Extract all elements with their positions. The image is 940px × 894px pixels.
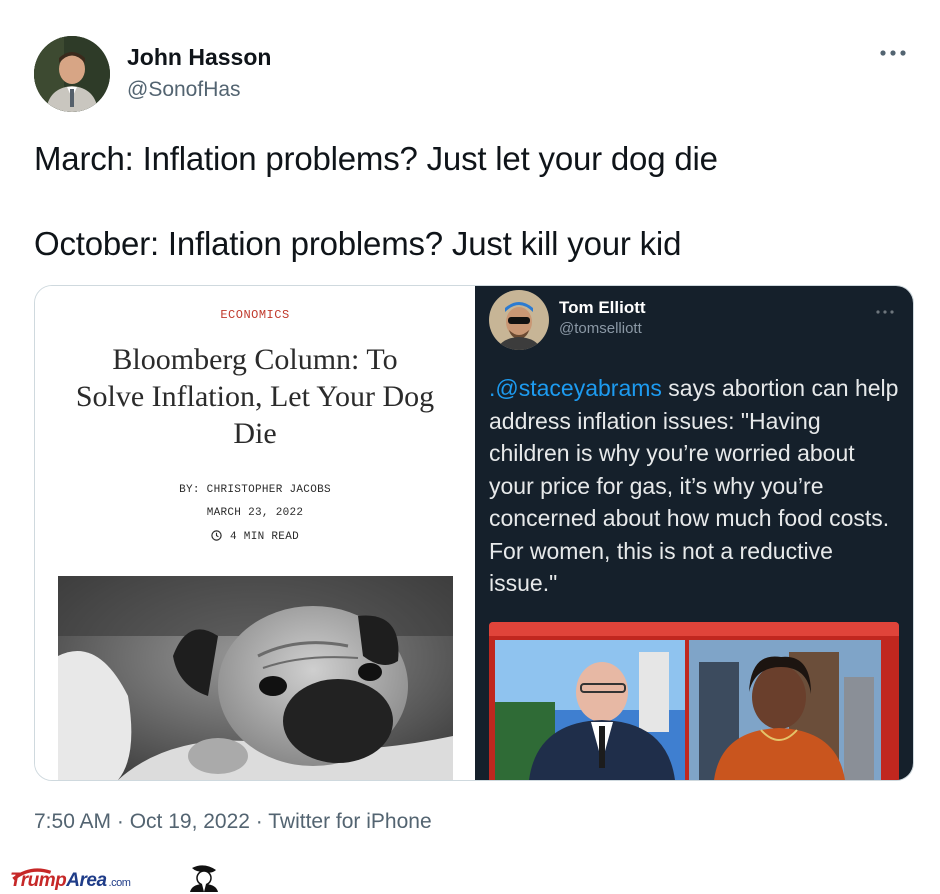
tweet-timestamp[interactable]: 7:50 AM · Oct 19, 2022 · Twitter for iPh…	[34, 810, 432, 834]
article-headline: Bloomberg Column: To Solve Inflation, Le…	[75, 343, 435, 450]
article-date: MARCH 23, 2022	[206, 507, 304, 519]
quoted-tweet-screenshot[interactable]: Tom Elliott @tomselliott .@staceyabrams …	[475, 286, 913, 780]
article-kicker: ECONOMICS	[220, 308, 290, 322]
clock-icon	[211, 530, 222, 541]
tweet-media[interactable]: ECONOMICS Bloomberg Column: To Solve Inf…	[34, 285, 914, 781]
caricature-figure-icon	[190, 865, 218, 892]
article-screenshot[interactable]: ECONOMICS Bloomberg Column: To Solve Inf…	[35, 286, 475, 780]
tweet-text-line2: October: Inflation problems? Just kill y…	[34, 225, 682, 262]
watermark-text: TrumpArea .com	[10, 870, 131, 892]
quoted-author-handle[interactable]: @tomselliott	[559, 320, 642, 337]
person-photo	[34, 36, 110, 112]
more-options-icon[interactable]	[878, 45, 908, 61]
watermark-brand-part1: Trump	[10, 870, 67, 891]
more-options-icon[interactable]	[875, 302, 895, 314]
site-watermark: TrumpArea .com	[10, 864, 250, 892]
article-byline: BY: CHRISTOPHER JACOBS	[179, 484, 331, 496]
author-handle[interactable]: @SonofHas	[127, 78, 241, 102]
quoted-tweet-text: .@staceyabrams says abortion can help ad…	[489, 372, 899, 600]
quoted-author-name[interactable]: Tom Elliott	[559, 298, 646, 318]
quoted-tweet-body: says abortion can help address inflation…	[489, 375, 899, 596]
read-time-label: 4 MIN READ	[229, 531, 299, 543]
article-read-time: 4 MIN READ	[35, 530, 475, 543]
watermark-suffix: .com	[108, 877, 131, 889]
mention-link[interactable]: .@staceyabrams	[489, 375, 662, 401]
quoted-author-avatar[interactable]	[489, 290, 549, 350]
tweet-text-line1: March: Inflation problems? Just let your…	[34, 140, 718, 177]
author-avatar[interactable]	[34, 36, 110, 112]
pug-photo	[58, 576, 453, 780]
watermark-brand-part2: Area	[66, 870, 107, 891]
news-video-thumbnail[interactable]	[489, 622, 899, 780]
author-name[interactable]: John Hasson	[127, 44, 271, 71]
